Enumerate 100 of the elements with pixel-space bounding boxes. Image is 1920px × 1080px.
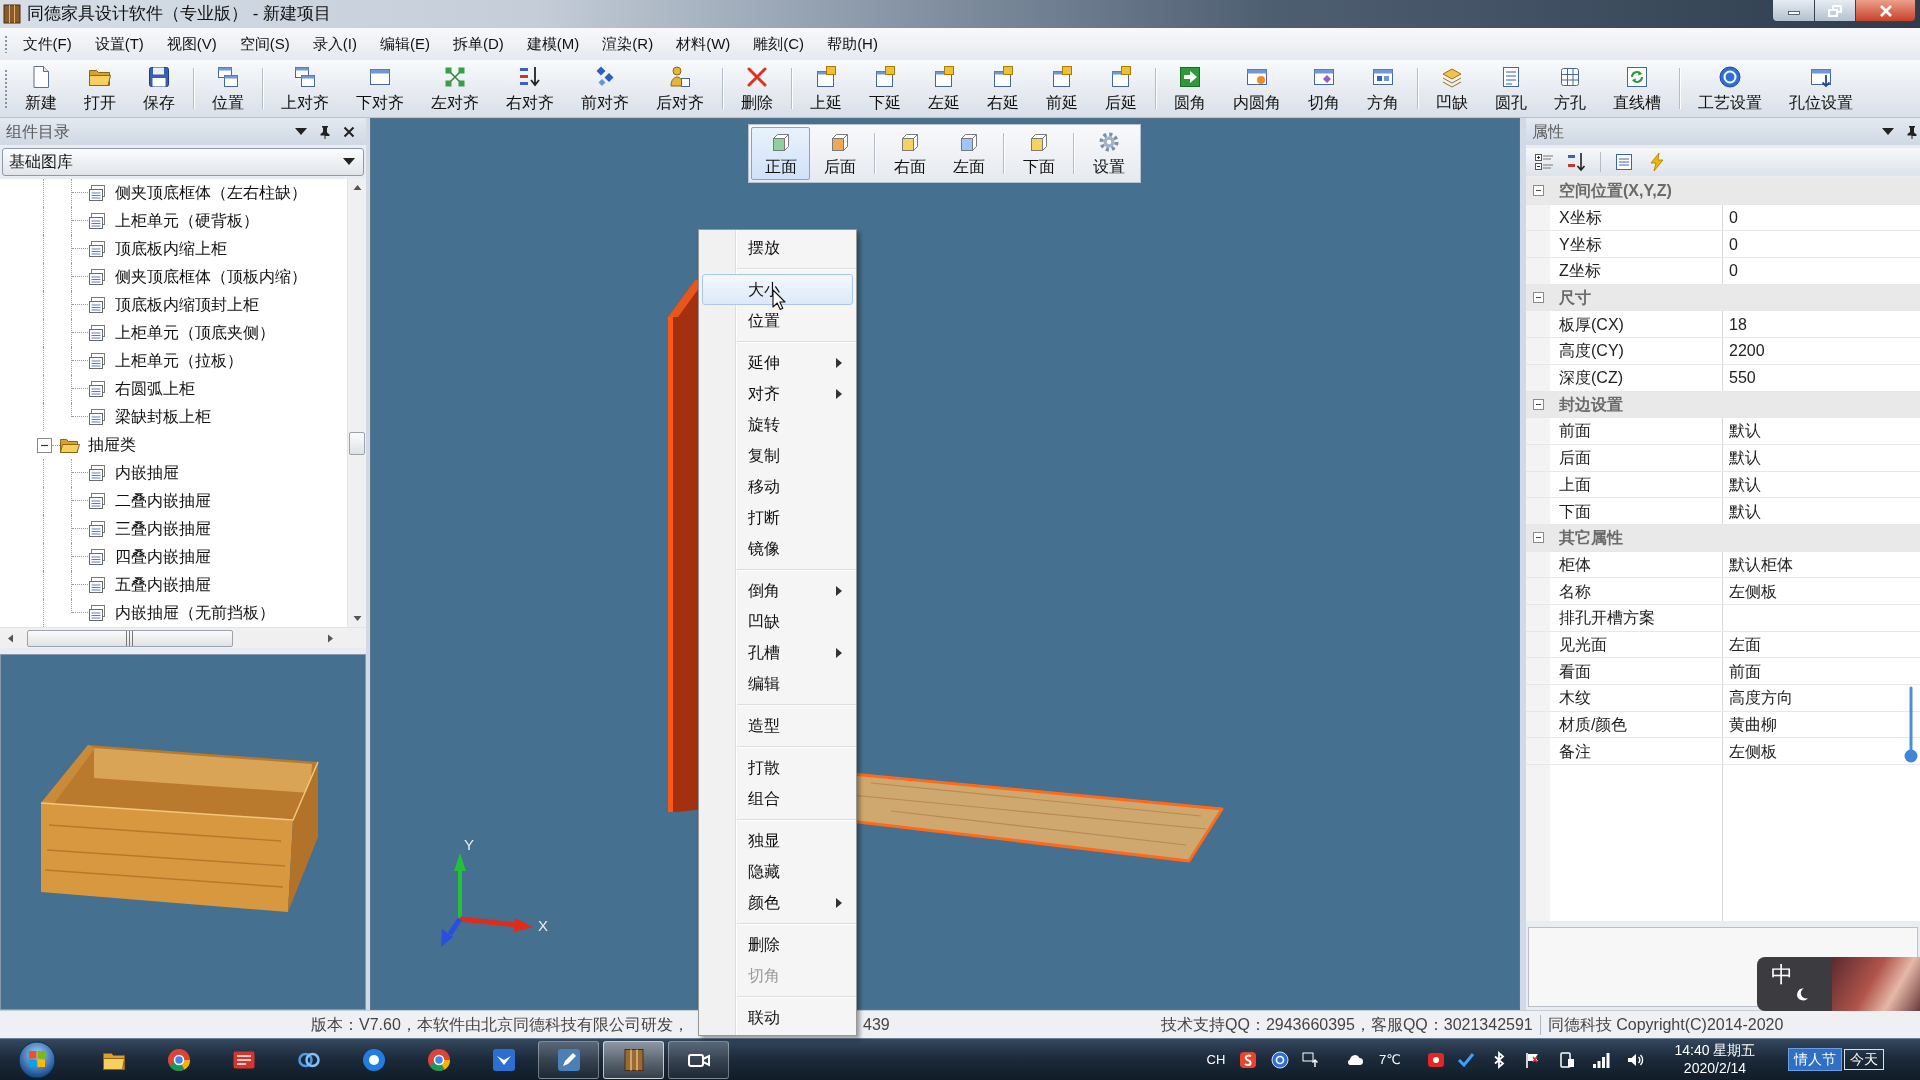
toolbar-button[interactable]: 右延 [973, 60, 1032, 117]
toolbar-button[interactable]: 工艺设置 [1684, 60, 1775, 117]
toolbar-button[interactable]: 右对齐 [492, 60, 567, 117]
menu-item[interactable]: 独显 [702, 825, 853, 856]
menu-item[interactable]: 雕刻(C) [741, 32, 816, 56]
clock-time[interactable]: 14:40 星期五 [1674, 1042, 1756, 1060]
record-icon[interactable] [1427, 1050, 1445, 1069]
menu-item[interactable]: 孔槽 [702, 637, 853, 668]
menu-item[interactable]: 删除 [702, 929, 853, 960]
clock-date[interactable]: 2020/2/14 [1683, 1059, 1747, 1077]
swirl-tile-icon[interactable] [1239, 1050, 1257, 1069]
tree-item[interactable]: 上柜单元（硬背板） [88, 211, 259, 231]
property-value-field[interactable]: 0 [1722, 231, 1920, 258]
menu-item[interactable]: 编辑(E) [368, 32, 442, 56]
input-language-indicator[interactable]: CH [1206, 1051, 1226, 1068]
menu-item[interactable]: 倒角 [702, 575, 853, 606]
property-value-field[interactable]: 左面 [1722, 631, 1920, 658]
tree-item[interactable]: 五叠内嵌抽屉 [88, 575, 211, 595]
tree-item[interactable]: 侧夹顶底框体（左右柱缺） [88, 183, 307, 203]
taskbar-button[interactable] [538, 1040, 599, 1079]
toolbar-button[interactable]: 新建 [11, 60, 70, 117]
category-header[interactable]: 封边设置 [1526, 391, 1920, 419]
property-value-field[interactable]: 默认 [1722, 471, 1920, 498]
pin-icon[interactable] [1906, 124, 1918, 139]
category-header[interactable]: 其它属性 [1526, 524, 1920, 552]
pin-icon[interactable] [319, 124, 331, 139]
toolbar-button[interactable]: 圆孔 [1481, 60, 1540, 117]
toolbar-button[interactable]: 方孔 [1540, 60, 1599, 117]
close-icon[interactable] [343, 125, 355, 138]
toolbar-button[interactable]: 后延 [1091, 60, 1150, 117]
toolbar-button[interactable]: 后对齐 [642, 60, 717, 117]
close-button[interactable] [1856, 0, 1916, 22]
menu-item[interactable]: 延伸 [702, 347, 853, 378]
menu-item[interactable]: 帮助(H) [815, 32, 890, 56]
today-button[interactable]: 今天 [1844, 1049, 1884, 1070]
property-value-field[interactable]: 默认柜体 [1722, 551, 1920, 578]
menu-item[interactable]: 隐藏 [702, 856, 853, 887]
menu-item[interactable]: 设置(T) [83, 32, 156, 56]
collapse-icon[interactable] [37, 437, 52, 453]
toolbar-button[interactable]: 位置 [198, 60, 257, 117]
menu-item[interactable]: 凹缺 [702, 606, 853, 637]
menu-item[interactable]: 打断 [702, 502, 853, 533]
menu-item[interactable]: 大小 [702, 274, 853, 305]
menu-item[interactable]: 录入(I) [301, 32, 369, 56]
tree-item[interactable]: 上柜单元（拉板） [88, 351, 243, 371]
signal-icon[interactable] [1592, 1050, 1610, 1069]
vertical-scrollbar[interactable] [347, 179, 366, 627]
category-header[interactable]: 尺寸 [1526, 284, 1920, 312]
tree-item[interactable]: 二叠内嵌抽屉 [88, 491, 211, 511]
categories-icon[interactable] [1534, 152, 1554, 172]
menu-item[interactable]: 摆放 [702, 232, 853, 263]
check-icon[interactable] [1457, 1050, 1475, 1069]
view-button[interactable]: 后面 [810, 127, 869, 180]
toolbar-button[interactable]: 保存 [129, 60, 188, 117]
taskbar-button[interactable] [603, 1040, 664, 1079]
start-button[interactable] [17, 1039, 57, 1080]
toolbar-button[interactable]: 直线槽 [1599, 60, 1674, 117]
toolbar-button[interactable]: 圆角 [1160, 60, 1219, 117]
dropdown-caret-icon[interactable] [295, 127, 307, 136]
menu-item[interactable]: 对齐 [702, 378, 853, 409]
toolbar-button[interactable]: 前延 [1032, 60, 1091, 117]
menu-item[interactable]: 空间(S) [228, 32, 302, 56]
taskbar-button[interactable] [668, 1040, 729, 1079]
list-icon[interactable] [1614, 152, 1634, 172]
menu-item[interactable]: 编辑 [702, 668, 853, 699]
property-value-field[interactable]: 550 [1722, 364, 1920, 391]
tree-item[interactable]: 梁缺封板上柜 [88, 407, 211, 427]
scroll-handle-icon[interactable] [1904, 686, 1918, 764]
toolbar-button[interactable]: 孔位设置 [1775, 60, 1866, 117]
sort-icon[interactable] [1567, 152, 1587, 172]
tree-item[interactable]: 侧夹顶底框体（顶板内缩） [88, 267, 307, 287]
view-button[interactable]: 正面 [751, 127, 810, 180]
ring-icon[interactable] [1271, 1050, 1289, 1069]
collapse-icon[interactable] [1532, 185, 1544, 197]
tree-item[interactable]: 内嵌抽屉（无前挡板） [88, 603, 275, 623]
collapse-icon[interactable] [1532, 398, 1544, 410]
toolbar-button[interactable]: 左对齐 [417, 60, 492, 117]
toolbar-button[interactable]: 切角 [1294, 60, 1353, 117]
horizontal-scrollbar[interactable] [0, 627, 366, 648]
scrollbar-thumb[interactable] [27, 629, 233, 647]
toolbar-button[interactable]: 删除 [727, 60, 786, 117]
property-value-field[interactable]: 黄曲柳 [1722, 711, 1920, 738]
property-value-field[interactable]: 高度方向 [1722, 685, 1920, 711]
menu-item[interactable]: 颜色 [702, 887, 853, 918]
property-value-field[interactable]: 2200 [1722, 338, 1920, 364]
view-button[interactable]: 设置 [1079, 127, 1138, 180]
toolbar-button[interactable]: 方角 [1353, 60, 1412, 117]
menu-item[interactable]: 打散 [702, 752, 853, 783]
toolbar-button[interactable]: 下延 [855, 60, 914, 117]
library-dropdown[interactable]: 基础图库 [2, 148, 364, 176]
menu-item[interactable]: 复制 [702, 440, 853, 471]
menu-item[interactable]: 建模(M) [515, 32, 591, 56]
property-value-field[interactable]: 0 [1722, 204, 1920, 231]
collapse-icon[interactable] [1532, 532, 1544, 544]
ime-widget[interactable]: 中 [1757, 957, 1920, 1011]
toolbar-button[interactable]: 前对齐 [567, 60, 642, 117]
menu-item[interactable]: 移动 [702, 471, 853, 502]
menu-item[interactable]: 拆单(D) [441, 32, 516, 56]
dropdown-caret-icon[interactable] [1882, 127, 1894, 136]
toolbar-button[interactable]: 打开 [70, 60, 129, 117]
